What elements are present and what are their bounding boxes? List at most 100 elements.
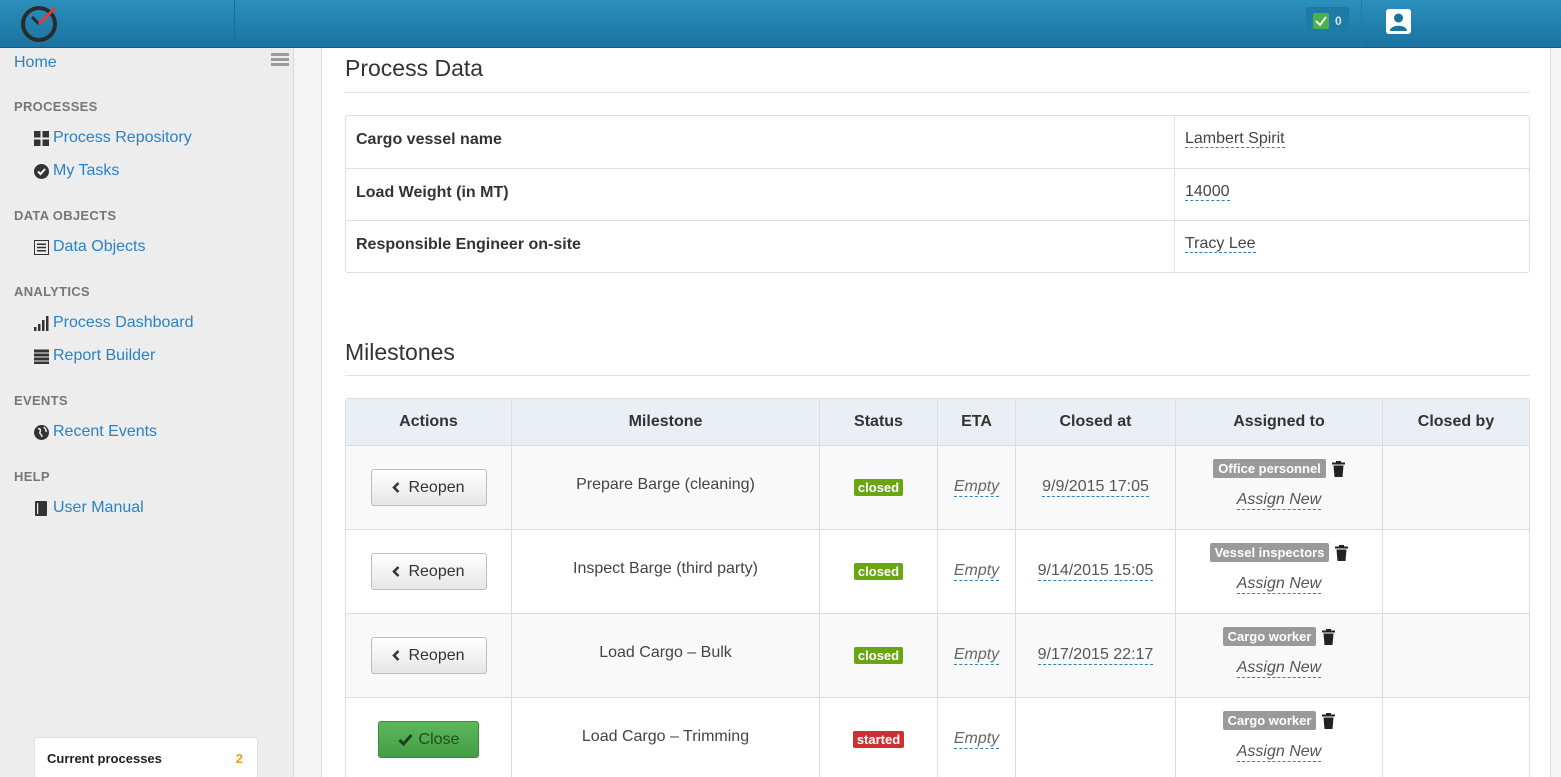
clock-logo-icon[interactable] <box>18 3 60 45</box>
chevron-left-icon <box>392 482 400 493</box>
current-processes-panel[interactable]: Current processes 2 <box>34 737 258 777</box>
actions-cell: Reopen <box>346 530 511 613</box>
check-circle-icon <box>34 163 49 179</box>
grid-icon <box>34 130 49 146</box>
close-button[interactable]: Close <box>378 721 479 758</box>
milestones-table: Actions Milestone Status ETA Closed at A… <box>345 398 1530 777</box>
sidebar-item-home[interactable]: Home <box>14 54 57 72</box>
field-label: Responsible Engineer on-site <box>346 221 1175 272</box>
eta-value[interactable]: Empty <box>953 730 1000 749</box>
menu-toggle-icon[interactable] <box>271 53 289 66</box>
assignee: Cargo worker <box>1222 627 1336 646</box>
sidebar-item-label: Process Dashboard <box>53 314 194 331</box>
bar-chart-icon <box>34 315 49 331</box>
milestone-name: Inspect Barge (third party) <box>511 530 819 613</box>
column-header: Assigned to <box>1175 399 1382 445</box>
sidebar-item-data-objects[interactable]: Data Objects <box>34 238 145 256</box>
sidebar-section-data-objects: DATA OBJECTS <box>14 208 117 223</box>
trash-icon[interactable] <box>1322 628 1336 645</box>
assign-new-link[interactable]: Assign New <box>1236 491 1322 510</box>
closed-by-cell <box>1382 614 1529 697</box>
eta-cell: Empty <box>937 530 1015 613</box>
sidebar-item-process-repository[interactable]: Process Repository <box>34 129 192 147</box>
sidebar-item-label: Data Objects <box>53 238 146 255</box>
sidebar-item-my-tasks[interactable]: My Tasks <box>34 162 119 180</box>
divider <box>345 92 1530 93</box>
button-label: Reopen <box>408 562 465 580</box>
list-icon <box>34 239 49 255</box>
status-cell: closed <box>819 446 937 529</box>
table-row: Reopen Prepare Barge (cleaning) closed E… <box>346 445 1529 529</box>
assignee-tag: Office personnel <box>1213 459 1326 478</box>
main-content: Process Data Cargo vessel name Lambert S… <box>321 48 1551 777</box>
field-value[interactable]: 14000 <box>1175 169 1529 220</box>
reopen-button[interactable]: Reopen <box>370 637 487 674</box>
status-cell: closed <box>819 614 937 697</box>
current-processes-label: Current processes <box>47 751 162 766</box>
assigned-to-cell: Cargo worker Assign New <box>1175 698 1382 777</box>
milestones-title: Milestones <box>345 339 455 365</box>
button-label: Reopen <box>408 646 465 664</box>
closed-at-cell <box>1015 698 1175 777</box>
checkmark-icon <box>397 734 413 746</box>
reopen-button[interactable]: Reopen <box>370 469 487 506</box>
assigned-to-cell: Office personnel Assign New <box>1175 446 1382 529</box>
milestone-name: Load Cargo – Trimming <box>511 698 819 777</box>
eta-value[interactable]: Empty <box>953 562 1000 581</box>
book-icon <box>35 500 47 516</box>
table-row: Responsible Engineer on-site Tracy Lee <box>346 220 1529 272</box>
field-value[interactable]: Tracy Lee <box>1175 221 1529 272</box>
assignee-tag: Cargo worker <box>1222 627 1317 646</box>
sidebar-section-analytics: ANALYTICS <box>14 284 90 299</box>
assign-new-link[interactable]: Assign New <box>1236 659 1322 678</box>
trash-icon[interactable] <box>1331 460 1345 477</box>
editable-value[interactable]: 14000 <box>1185 183 1230 201</box>
field-label: Load Weight (in MT) <box>346 169 1175 220</box>
assigned-to-cell: Cargo worker Assign New <box>1175 614 1382 697</box>
assignee-tag: Cargo worker <box>1222 711 1317 730</box>
assignee-tag: Vessel inspectors <box>1209 543 1330 562</box>
field-value[interactable]: Lambert Spirit <box>1175 116 1529 168</box>
sidebar-item-user-manual[interactable]: User Manual <box>34 499 144 517</box>
table-header: Actions Milestone Status ETA Closed at A… <box>346 399 1529 445</box>
reopen-button[interactable]: Reopen <box>370 553 487 590</box>
closed-at-cell: 9/17/2015 22:17 <box>1015 614 1175 697</box>
column-header: Milestone <box>511 399 819 445</box>
eta-cell: Empty <box>937 446 1015 529</box>
status-cell: started <box>819 698 937 777</box>
trash-icon[interactable] <box>1335 544 1349 561</box>
sidebar-item-label: Process Repository <box>53 129 192 146</box>
milestone-name: Prepare Barge (cleaning) <box>511 446 819 529</box>
sidebar: Home PROCESSES Process Repository My Tas… <box>0 48 294 777</box>
column-header: Actions <box>399 413 458 430</box>
status-cell: closed <box>819 530 937 613</box>
button-label: Close <box>418 730 460 748</box>
tasks-count: 0 <box>1335 13 1342 28</box>
table-row: Load Weight (in MT) 14000 <box>346 168 1529 220</box>
eta-value[interactable]: Empty <box>953 478 1000 497</box>
actions-cell: Reopen <box>346 446 511 529</box>
sidebar-item-label: Report Builder <box>53 347 156 364</box>
eta-value[interactable]: Empty <box>953 646 1000 665</box>
table-row: Reopen Inspect Barge (third party) close… <box>346 529 1529 613</box>
editable-value[interactable]: Lambert Spirit <box>1185 130 1285 148</box>
user-icon[interactable] <box>1386 9 1411 34</box>
button-label: Reopen <box>408 478 465 496</box>
sidebar-section-events: EVENTS <box>14 393 68 408</box>
eta-cell: Empty <box>937 698 1015 777</box>
sidebar-item-recent-events[interactable]: Recent Events <box>34 423 157 441</box>
globe-icon <box>34 424 49 440</box>
sidebar-item-process-dashboard[interactable]: Process Dashboard <box>34 314 194 332</box>
trash-icon[interactable] <box>1322 712 1336 729</box>
closed-at-value[interactable]: 9/17/2015 22:17 <box>1037 646 1154 665</box>
editable-value[interactable]: Tracy Lee <box>1185 235 1256 253</box>
assign-new-link[interactable]: Assign New <box>1236 575 1322 594</box>
tasks-badge[interactable]: 0 <box>1306 7 1349 34</box>
closed-at-value[interactable]: 9/9/2015 17:05 <box>1042 478 1149 497</box>
sidebar-item-label: User Manual <box>53 499 144 516</box>
closed-at-value[interactable]: 9/14/2015 15:05 <box>1037 562 1154 581</box>
assign-new-link[interactable]: Assign New <box>1236 743 1322 762</box>
milestone-name: Load Cargo – Bulk <box>511 614 819 697</box>
closed-by-cell <box>1382 698 1529 777</box>
sidebar-item-report-builder[interactable]: Report Builder <box>34 347 155 365</box>
